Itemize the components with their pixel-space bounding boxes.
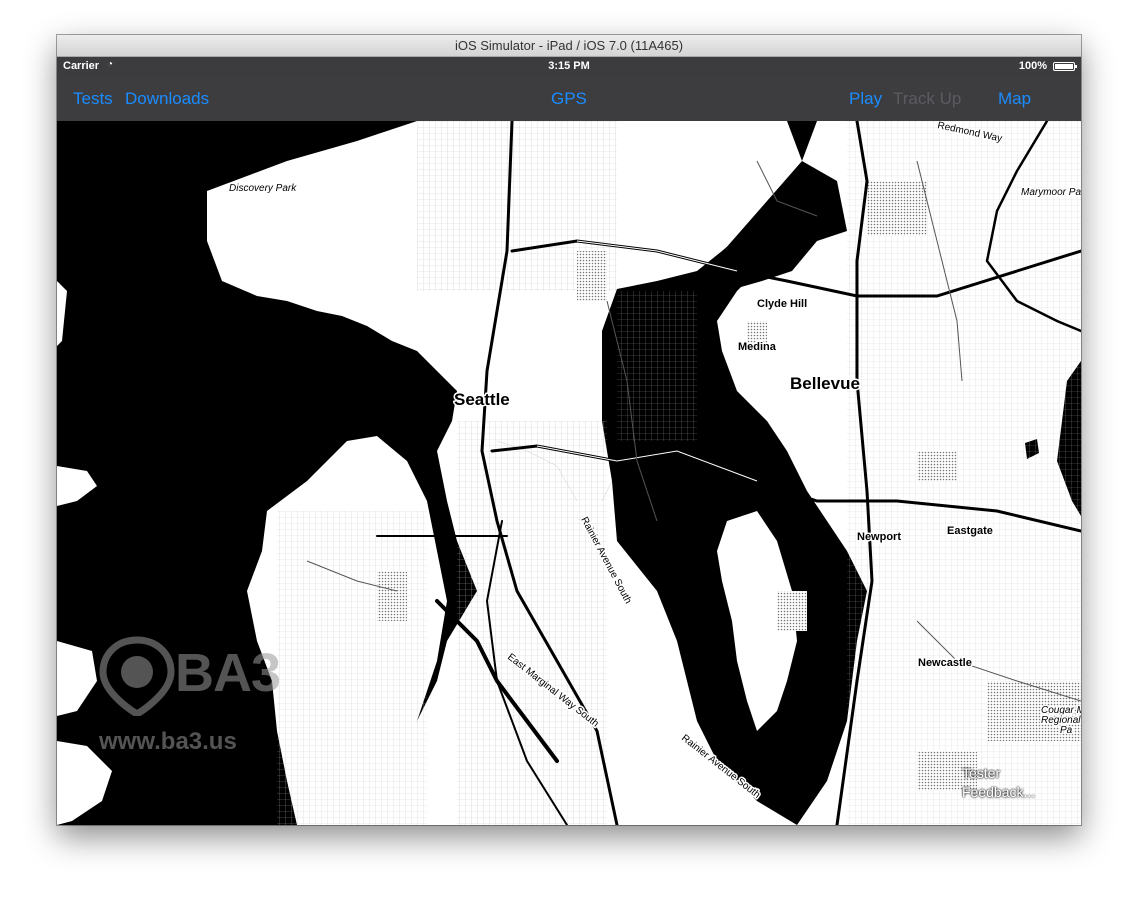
map-button[interactable]: Map bbox=[998, 89, 1031, 109]
tester-feedback-button[interactable]: Tester Feedback... bbox=[962, 764, 1072, 802]
tests-button[interactable]: Tests bbox=[73, 89, 113, 109]
globe-pin-icon bbox=[99, 636, 175, 716]
status-time: 3:15 PM bbox=[548, 60, 590, 72]
label-newport: Newport bbox=[857, 531, 901, 543]
watermark-brand: BA3 bbox=[175, 643, 281, 703]
play-button[interactable]: Play bbox=[849, 89, 882, 109]
label-medina: Medina bbox=[738, 341, 777, 353]
street-grid-south bbox=[457, 421, 607, 825]
feedback-line-2: Feedback... bbox=[962, 784, 1036, 800]
simulator-window: iOS Simulator - iPad / iOS 7.0 (11A465) … bbox=[57, 35, 1081, 825]
park-area bbox=[777, 591, 807, 631]
ba3-watermark: BA3 www.ba3.us bbox=[97, 636, 287, 766]
downloads-button[interactable]: Downloads bbox=[125, 89, 209, 109]
window-title: iOS Simulator - iPad / iOS 7.0 (11A465) bbox=[454, 38, 684, 53]
gps-button[interactable]: GPS bbox=[551, 89, 587, 109]
park-area bbox=[377, 571, 407, 621]
track-up-button: Track Up bbox=[893, 89, 962, 108]
feedback-line-1: Tester bbox=[962, 765, 1001, 781]
map-view[interactable]: Discovery Park Seattle Clyde Hill Medina… bbox=[57, 121, 1081, 825]
battery-percentage: 100% bbox=[1018, 60, 1047, 72]
label-clyde-hill: Clyde Hill bbox=[757, 298, 807, 310]
label-marymoor: Marymoor Pa bbox=[1021, 187, 1081, 198]
watermark-url: www.ba3.us bbox=[99, 728, 237, 755]
window-title-bar[interactable]: iOS Simulator - iPad / iOS 7.0 (11A465) bbox=[57, 35, 1081, 57]
app-toolbar: Tests Downloads GPS Play Track Up Map bbox=[57, 77, 1081, 121]
park-area bbox=[867, 181, 927, 236]
park-area bbox=[917, 451, 957, 481]
ios-status-bar: Carrier ◔ 3:15 PM 100% bbox=[57, 57, 1081, 77]
label-eastgate: Eastgate bbox=[947, 525, 993, 537]
label-bellevue: Bellevue bbox=[790, 374, 860, 393]
label-seattle: Seattle bbox=[454, 390, 510, 409]
label-discovery-park: Discovery Park bbox=[229, 183, 297, 194]
street-grid-rainier bbox=[617, 291, 697, 441]
battery-icon bbox=[1053, 62, 1077, 71]
label-newcastle: Newcastle bbox=[918, 657, 972, 669]
street-grid-west-seattle bbox=[277, 511, 427, 825]
label-park: Pa bbox=[1060, 725, 1073, 736]
park-area bbox=[577, 251, 607, 301]
